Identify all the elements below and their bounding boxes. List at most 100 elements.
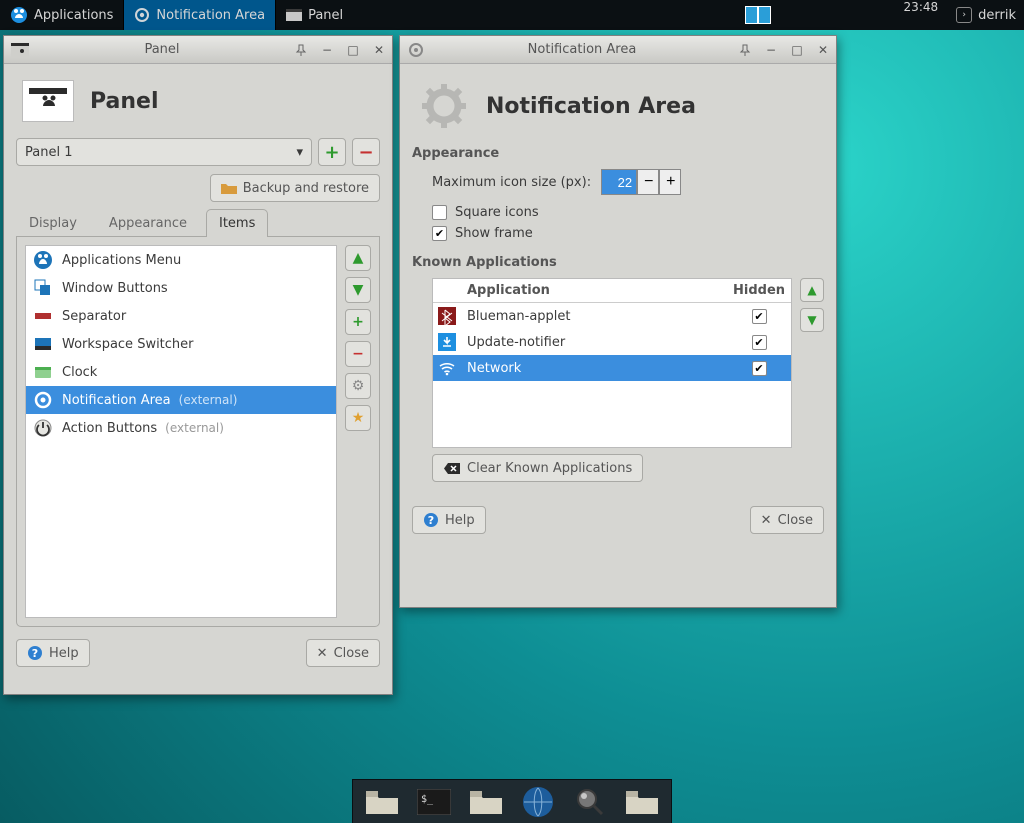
- app-name: Network: [461, 361, 727, 376]
- max-icon-size-input[interactable]: [601, 169, 637, 195]
- move-app-down-button[interactable]: ▼: [800, 308, 824, 332]
- panel-select-combobox[interactable]: Panel 1 ▾: [16, 138, 312, 166]
- app-name: Blueman-applet: [461, 309, 727, 324]
- list-item[interactable]: Notification Area (external): [26, 386, 336, 414]
- gear-icon: [32, 389, 54, 411]
- appearance-section-label: Appearance: [412, 146, 824, 161]
- max-icon-size-spinner: − +: [601, 169, 681, 195]
- col-application[interactable]: Application: [461, 279, 727, 302]
- item-about-button[interactable]: ★: [345, 405, 371, 431]
- col-hidden[interactable]: Hidden: [727, 279, 791, 302]
- list-item-label: Applications Menu: [62, 253, 181, 268]
- table-row[interactable]: Update-notifier: [433, 329, 791, 355]
- spinner-decrement[interactable]: −: [637, 169, 659, 195]
- dock-file-manager[interactable]: [361, 785, 403, 819]
- list-item[interactable]: Applications Menu: [26, 246, 336, 274]
- list-item[interactable]: Separator: [26, 302, 336, 330]
- tab-items[interactable]: Items: [206, 209, 268, 237]
- svg-text:$_: $_: [421, 794, 434, 805]
- minimize-button[interactable]: −: [761, 40, 781, 60]
- titlebar[interactable]: Notification Area − □ ✕: [400, 36, 836, 64]
- panel-items-list[interactable]: Applications Menu Window Buttons Separat…: [25, 245, 337, 618]
- applications-menu-button[interactable]: Applications: [0, 0, 123, 30]
- item-preferences-button[interactable]: ⚙: [345, 373, 371, 399]
- table-row[interactable]: Blueman-applet: [433, 303, 791, 329]
- dock-web-browser[interactable]: [517, 785, 559, 819]
- help-button[interactable]: ? Help: [16, 639, 90, 667]
- table-row[interactable]: Network: [433, 355, 791, 381]
- spinner-increment[interactable]: +: [659, 169, 681, 195]
- clear-icon: [443, 462, 461, 475]
- tab-appearance[interactable]: Appearance: [96, 209, 200, 237]
- list-item[interactable]: Action Buttons (external): [26, 414, 336, 442]
- maximize-button[interactable]: □: [787, 40, 807, 60]
- tab-label: Appearance: [109, 216, 187, 231]
- user-menu[interactable]: › derrik: [948, 0, 1024, 30]
- move-item-down-button[interactable]: ▼: [345, 277, 371, 303]
- hidden-checkbox[interactable]: [752, 309, 767, 324]
- close-dialog-button[interactable]: ✕ Close: [750, 506, 824, 534]
- help-label: Help: [49, 646, 79, 661]
- dock-file-manager-3[interactable]: [621, 785, 663, 819]
- taskbar-window-panel[interactable]: Panel: [275, 0, 475, 30]
- show-frame-checkbox[interactable]: [432, 226, 447, 241]
- applications-menu-label: Applications: [34, 8, 113, 23]
- panel-icon: [10, 40, 30, 60]
- add-panel-button[interactable]: +: [318, 138, 346, 166]
- known-apps-table: Application Hidden Blueman-applet Update…: [432, 278, 792, 448]
- close-button[interactable]: ✕: [813, 40, 833, 60]
- close-dialog-button[interactable]: ✕ Close: [306, 639, 380, 667]
- remove-item-button[interactable]: −: [345, 341, 371, 367]
- bottom-dock: $_: [352, 779, 672, 823]
- list-item-label: Clock: [62, 365, 97, 380]
- taskbar-window-notification-area[interactable]: Notification Area: [123, 0, 275, 30]
- tab-display[interactable]: Display: [16, 209, 90, 237]
- titlebar[interactable]: Panel − □ ✕: [4, 36, 392, 64]
- list-item[interactable]: Workspace Switcher: [26, 330, 336, 358]
- pin-button[interactable]: [735, 40, 755, 60]
- notification-area-window: Notification Area − □ ✕ Notification Are…: [399, 35, 837, 608]
- window-header: Panel: [16, 74, 380, 132]
- taskbar-window-label: Panel: [308, 8, 343, 23]
- taskbar-spacer: [774, 0, 894, 30]
- list-item[interactable]: Window Buttons: [26, 274, 336, 302]
- tab-label: Display: [29, 216, 77, 231]
- move-item-up-button[interactable]: ▲: [345, 245, 371, 271]
- xfce-mouse-icon: [10, 6, 28, 24]
- header-title: Notification Area: [486, 94, 696, 119]
- top-taskbar: Applications Notification Area Panel 23:…: [0, 0, 1024, 30]
- dock-search[interactable]: [569, 785, 611, 819]
- chevron-down-icon: ▾: [296, 145, 303, 160]
- close-button[interactable]: ✕: [369, 40, 389, 60]
- remove-panel-button[interactable]: −: [352, 138, 380, 166]
- maximize-button[interactable]: □: [343, 40, 363, 60]
- help-label: Help: [445, 513, 475, 528]
- clear-known-apps-button[interactable]: Clear Known Applications: [432, 454, 643, 482]
- list-item[interactable]: Clock: [26, 358, 336, 386]
- taskbar-clock[interactable]: 23:48: [894, 0, 949, 30]
- workspace-switcher[interactable]: [742, 0, 774, 30]
- app-name: Update-notifier: [461, 335, 727, 350]
- combo-value: Panel 1: [25, 145, 72, 160]
- dock-terminal[interactable]: $_: [413, 785, 455, 819]
- user-name: derrik: [978, 8, 1016, 23]
- taskbar-spacer: [475, 0, 741, 30]
- header-title: Panel: [90, 89, 159, 114]
- pin-button[interactable]: [291, 40, 311, 60]
- taskbar-window-label: Notification Area: [156, 8, 265, 23]
- hidden-checkbox[interactable]: [752, 335, 767, 350]
- backup-restore-button[interactable]: Backup and restore: [210, 174, 380, 202]
- minimize-button[interactable]: −: [317, 40, 337, 60]
- window-header: Notification Area: [412, 74, 824, 142]
- panel-big-icon: [22, 80, 74, 122]
- hidden-checkbox[interactable]: [752, 361, 767, 376]
- dock-file-manager-2[interactable]: [465, 785, 507, 819]
- known-apps-section-label: Known Applications: [412, 255, 824, 270]
- chevron-right-icon: ›: [956, 7, 972, 23]
- update-icon: [433, 333, 461, 351]
- help-button[interactable]: ? Help: [412, 506, 486, 534]
- table-header: Application Hidden: [433, 279, 791, 303]
- square-icons-checkbox[interactable]: [432, 205, 447, 220]
- add-item-button[interactable]: +: [345, 309, 371, 335]
- move-app-up-button[interactable]: ▲: [800, 278, 824, 302]
